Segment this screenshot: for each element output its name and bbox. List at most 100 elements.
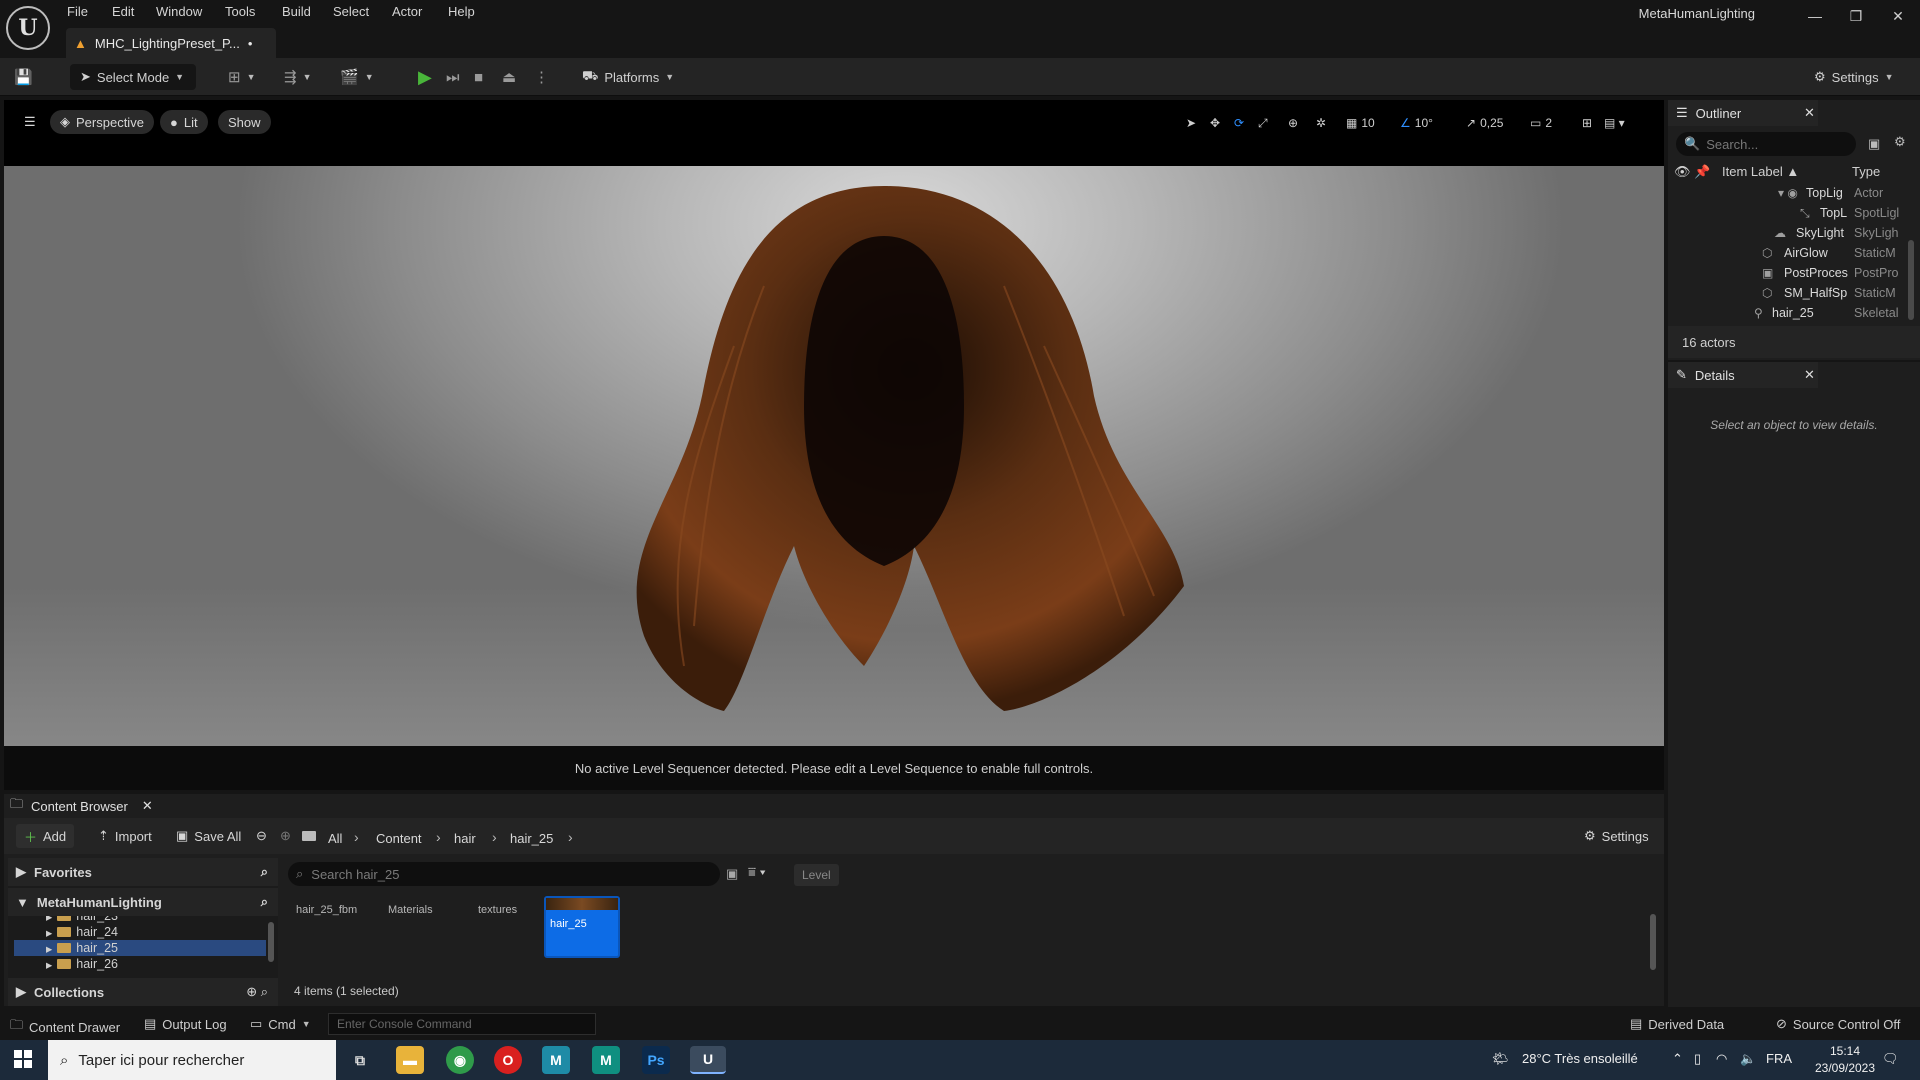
content-browser-tab[interactable]: 🗀 Content Browser ✕ [4, 794, 154, 818]
camera-speed-button[interactable]: ▭ 2 [1530, 113, 1552, 133]
console-input[interactable]: Enter Console Command [328, 1013, 596, 1035]
language-indicator[interactable]: FRA [1766, 1051, 1792, 1066]
volume-icon[interactable]: 🔈 [1740, 1051, 1756, 1067]
menu-tools[interactable]: Tools [225, 4, 255, 22]
rotation-snap-button[interactable]: ∠ 10° [1400, 113, 1433, 133]
outliner-row[interactable]: ⬡ SM_HalfSp StaticM [1668, 286, 1908, 306]
item-label-column-header[interactable]: Item Label ▲ [1722, 164, 1799, 179]
source-control-button[interactable]: ⊘ Source Control Off [1776, 1016, 1900, 1032]
folder-row[interactable]: ▸ hair_24 [46, 924, 118, 940]
maya-icon[interactable]: M [542, 1046, 570, 1074]
asset-search-input[interactable]: ⌕ Search hair_25 [288, 862, 720, 886]
import-button[interactable]: ⇡ Import [98, 824, 152, 848]
breadcrumb-hair-25[interactable]: hair_25 [510, 831, 553, 846]
maximize-viewport-icon[interactable]: ⊞ [1582, 113, 1592, 133]
output-log-button[interactable]: ▤ Output Log [144, 1016, 227, 1032]
unreal-taskbar-icon[interactable]: U [690, 1046, 726, 1074]
photoshop-icon[interactable]: Ps [642, 1046, 670, 1074]
favorites-section[interactable]: ▶ Favorites ⌕ [8, 858, 278, 886]
save-icon[interactable]: 💾 [14, 64, 33, 90]
surface-snap-icon[interactable]: ✲ [1316, 113, 1326, 133]
details-tab[interactable]: ✎ Details ✕ [1668, 362, 1818, 388]
world-space-icon[interactable]: ⊕ [1288, 113, 1298, 133]
advance-frame-button[interactable]: ⏭ [446, 64, 460, 90]
asset-textures[interactable]: textures [478, 904, 517, 916]
back-icon[interactable]: ⊖ [256, 824, 267, 848]
viewport-menu-button[interactable]: ☰ [14, 110, 46, 134]
blueprint-button[interactable]: ⇶ ▼ [284, 64, 312, 90]
derived-data-button[interactable]: ▤ Derived Data [1630, 1016, 1724, 1032]
menu-window[interactable]: Window [156, 4, 202, 22]
forward-icon[interactable]: ⊕ [280, 824, 291, 848]
rotate-tool-icon[interactable]: ⟳ [1234, 113, 1244, 133]
maya-alt-icon[interactable]: M [592, 1046, 620, 1074]
translate-tool-icon[interactable]: ✥ [1210, 113, 1220, 133]
level-viewport[interactable]: ☰ ◈ Perspective ● Lit Show ➤ ✥ ⟳ ⤢ ⊕ ✲ ▦ 10… [4, 100, 1664, 790]
notifications-icon[interactable]: 🗨 [1882, 1051, 1899, 1067]
menu-help[interactable]: Help [448, 4, 475, 22]
restore-icon[interactable]: ❐ [1836, 4, 1876, 28]
add-button[interactable]: ＋ Add [16, 824, 75, 848]
project-section[interactable]: ▼ MetaHumanLighting ⌕ [8, 888, 278, 916]
content-drawer-button[interactable]: 🗀 Content Drawer [10, 1016, 120, 1038]
breadcrumb-content[interactable]: Content [376, 831, 422, 846]
tray-chevron-icon[interactable]: ⌃ [1672, 1051, 1683, 1067]
task-view-icon[interactable]: ⧉ [346, 1046, 374, 1074]
folder-row[interactable]: ▸ hair_23 [46, 916, 118, 924]
outliner-tab[interactable]: ☰ Outliner ✕ [1668, 100, 1818, 126]
battery-icon[interactable]: ▯ [1694, 1051, 1701, 1067]
taskbar-search[interactable]: ⌕ Taper ici pour rechercher [48, 1040, 336, 1080]
collections-section[interactable]: ▶ Collections ⊕ ⌕ [8, 978, 278, 1006]
play-options-button[interactable]: ⋮ [534, 64, 549, 90]
opera-icon[interactable]: O [494, 1046, 522, 1074]
weather-icon[interactable]: 🌤 [1492, 1051, 1509, 1067]
outliner-row[interactable]: ▾ ◉ TopLig Actor [1668, 186, 1908, 206]
clock[interactable]: 15:14 23/09/2023 [1810, 1043, 1880, 1077]
tree-scrollbar[interactable] [268, 922, 274, 962]
outliner-row[interactable]: ☁ SkyLight SkyLigh [1668, 226, 1908, 246]
minimize-icon[interactable]: — [1795, 4, 1835, 28]
folder-row-selected[interactable]: ▸ hair_25 [14, 940, 266, 956]
close-icon[interactable]: ✕ [1804, 367, 1815, 383]
folder-icon[interactable] [302, 824, 316, 848]
level-filter-chip[interactable]: Level [794, 864, 839, 886]
asset-hair-25-selected[interactable]: hair_25 [544, 896, 620, 958]
gear-icon[interactable]: ⚙ [1894, 134, 1906, 150]
outliner-row[interactable]: ▣ PostProces PostPro [1668, 266, 1908, 286]
folder-row[interactable]: ▸ hair_26 [46, 956, 118, 972]
pin-column-icon[interactable]: 📌 [1694, 164, 1710, 180]
outliner-row[interactable]: ⬡ AirGlow StaticM [1668, 246, 1908, 266]
add-folder-icon[interactable]: ▣ [1868, 136, 1880, 152]
wifi-icon[interactable]: ◠ [1716, 1051, 1727, 1067]
scale-tool-icon[interactable]: ⤢ [1258, 113, 1268, 133]
cinematics-button[interactable]: 🎬 ▼ [340, 64, 374, 90]
asset-scrollbar[interactable] [1650, 914, 1656, 970]
scale-snap-button[interactable]: ↗ 0,25 [1466, 113, 1503, 133]
settings-dropdown[interactable]: ⚙ Settings ▼ [1814, 64, 1894, 90]
layout-icon[interactable]: ▤ ▾ [1604, 113, 1625, 133]
visibility-column-icon[interactable]: 👁 [1674, 164, 1691, 180]
breadcrumb-all[interactable]: All [328, 831, 342, 846]
show-button[interactable]: Show [218, 110, 271, 134]
search-icon[interactable]: ⌕ [261, 864, 268, 880]
asset-hair-25-fbm[interactable]: hair_25_fbm [296, 904, 357, 916]
chrome-icon[interactable]: ◉ [446, 1046, 474, 1074]
menu-select[interactable]: Select [333, 4, 369, 22]
add-actor-button[interactable]: ⊞ ▼ [228, 64, 256, 90]
select-tool-icon[interactable]: ➤ [1186, 113, 1196, 133]
cmd-dropdown[interactable]: ▭ Cmd ▼ [250, 1016, 311, 1032]
play-button[interactable]: ▶ [418, 64, 432, 90]
scene-render[interactable] [4, 166, 1664, 746]
perspective-button[interactable]: ◈ Perspective [50, 110, 154, 134]
stop-button[interactable]: ■ [474, 64, 483, 90]
windows-start-icon[interactable] [14, 1050, 32, 1068]
unreal-logo-icon[interactable]: U [6, 6, 50, 50]
outliner-search-input[interactable]: 🔍 Search... [1676, 132, 1856, 156]
asset-materials[interactable]: Materials [388, 904, 433, 916]
filter-icon[interactable]: ⩸ ▾ [748, 864, 766, 880]
level-document-tab[interactable]: ▲ MHC_LightingPreset_P... • [66, 28, 276, 58]
close-window-icon[interactable]: ✕ [1878, 4, 1918, 28]
save-all-button[interactable]: ▣ Save All [176, 824, 241, 848]
menu-edit[interactable]: Edit [112, 4, 134, 22]
outliner-row[interactable]: ⤡ TopL SpotLigl [1668, 206, 1908, 226]
